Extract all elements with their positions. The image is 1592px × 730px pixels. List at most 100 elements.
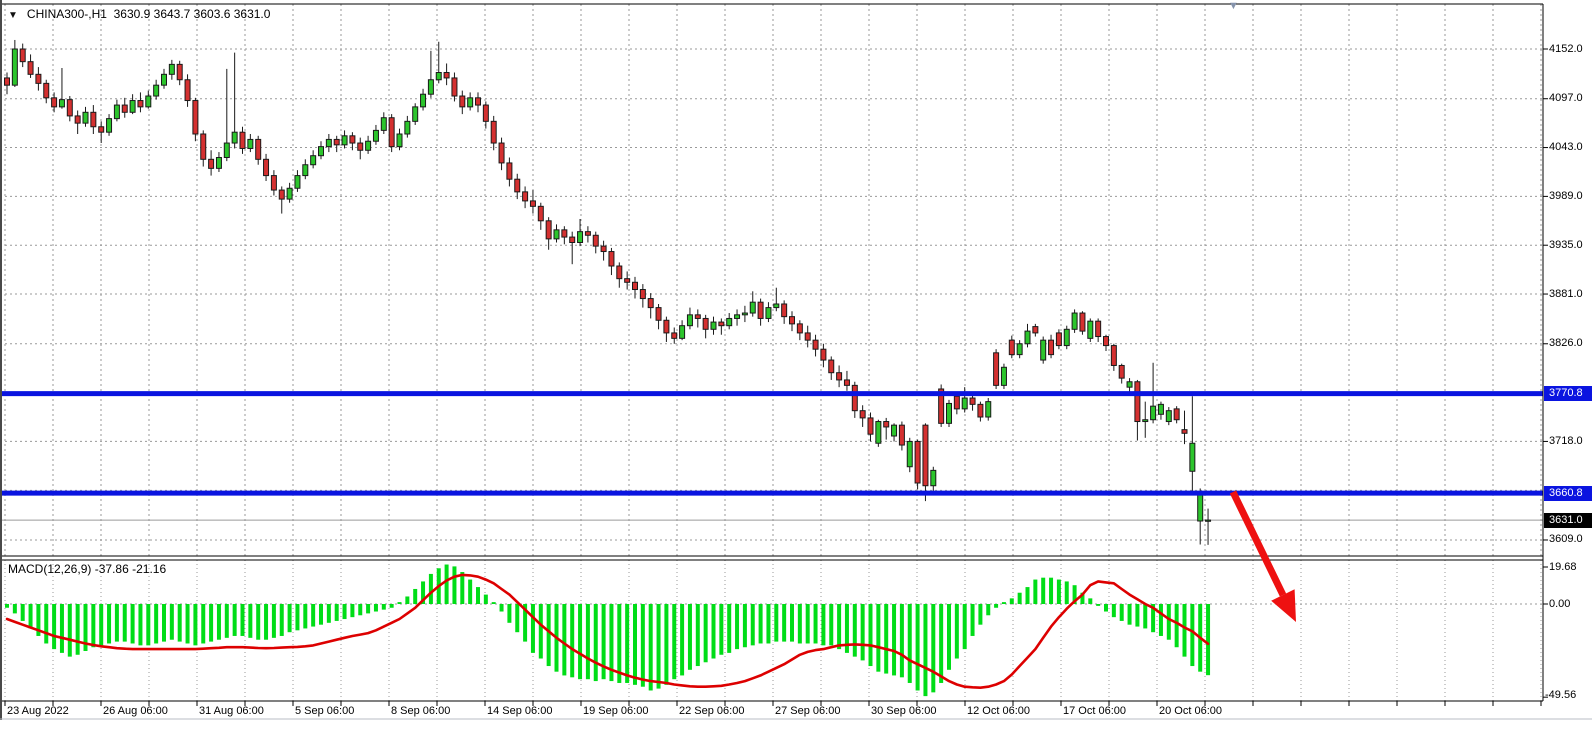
candlestick bbox=[876, 422, 881, 444]
price-axis-label: 4097.0 bbox=[1549, 92, 1583, 105]
macd-histogram-bar bbox=[578, 604, 582, 679]
candlestick bbox=[680, 326, 685, 339]
macd-histogram-bar bbox=[759, 604, 763, 643]
candlestick bbox=[468, 98, 473, 107]
candlestick bbox=[1041, 340, 1046, 360]
macd-histogram-bar bbox=[892, 604, 896, 675]
candlestick bbox=[256, 139, 261, 159]
macd-histogram-bar bbox=[649, 604, 653, 690]
candlestick bbox=[146, 96, 151, 107]
macd-histogram-bar bbox=[829, 604, 833, 645]
macd-histogram-bar bbox=[413, 589, 417, 604]
trend-arrow[interactable] bbox=[1233, 492, 1283, 595]
candlestick bbox=[319, 147, 324, 156]
candlestick bbox=[821, 349, 826, 360]
candlestick bbox=[844, 380, 849, 385]
candlestick bbox=[366, 141, 371, 150]
candlestick bbox=[1158, 404, 1163, 414]
macd-histogram-bar bbox=[594, 604, 598, 681]
candlestick bbox=[1104, 337, 1109, 346]
price-axis-label: 3609.0 bbox=[1549, 533, 1583, 546]
candlestick bbox=[499, 143, 504, 163]
symbol-period-label: CHINA300-,H1 bbox=[27, 7, 107, 21]
macd-histogram-bar bbox=[1065, 581, 1069, 604]
macd-histogram-bar bbox=[939, 604, 943, 683]
candlestick bbox=[625, 279, 630, 283]
macd-histogram-bar bbox=[1057, 580, 1061, 604]
macd-histogram-bar bbox=[21, 604, 25, 621]
price-axis-label: 3935.0 bbox=[1549, 239, 1583, 252]
candlestick bbox=[1174, 409, 1179, 420]
macd-histogram-bar bbox=[531, 604, 535, 653]
candlestick bbox=[334, 139, 339, 144]
macd-histogram-bar bbox=[115, 604, 119, 642]
candlestick bbox=[570, 237, 575, 242]
candlestick bbox=[1088, 321, 1093, 338]
macd-histogram-bar bbox=[1041, 578, 1045, 604]
candlestick bbox=[311, 156, 316, 165]
macd-histogram-bar bbox=[994, 604, 998, 608]
macd-histogram-bar bbox=[350, 604, 354, 617]
macd-histogram-bar bbox=[1026, 587, 1030, 604]
symbol-marker-icon: ▼ bbox=[8, 10, 18, 21]
macd-histogram-bar bbox=[500, 604, 504, 612]
macd-histogram-bar bbox=[821, 604, 825, 645]
candlestick bbox=[397, 134, 402, 147]
macd-histogram-bar bbox=[712, 604, 716, 659]
candlestick bbox=[28, 62, 33, 75]
candlestick bbox=[860, 411, 865, 418]
candlestick bbox=[122, 105, 127, 112]
macd-histogram-bar bbox=[429, 574, 433, 604]
candlestick bbox=[947, 403, 952, 423]
price-tag-support: 3660.8 bbox=[1544, 486, 1592, 501]
macd-histogram-bar bbox=[335, 604, 339, 621]
candlestick bbox=[452, 78, 457, 96]
candlestick bbox=[248, 139, 253, 148]
candlestick bbox=[837, 373, 842, 380]
macd-histogram-bar bbox=[91, 604, 95, 647]
macd-histogram-bar bbox=[382, 604, 386, 610]
macd-histogram-bar bbox=[445, 565, 449, 604]
candlestick bbox=[687, 315, 692, 326]
macd-histogram-bar bbox=[193, 604, 197, 645]
macd-histogram-bar bbox=[374, 604, 378, 612]
macd-histogram-bar bbox=[138, 604, 142, 645]
macd-histogram-bar bbox=[209, 604, 213, 642]
candlestick bbox=[91, 112, 96, 126]
scroll-to-end-icon[interactable]: ▼ bbox=[1228, 0, 1239, 12]
candlestick bbox=[491, 121, 496, 143]
candlestick bbox=[633, 282, 638, 289]
macd-histogram-bar bbox=[201, 604, 205, 643]
macd-main-value: -37.86 bbox=[95, 562, 129, 576]
macd-histogram-bar bbox=[5, 604, 9, 608]
chart-canvas[interactable] bbox=[0, 0, 1592, 730]
candlestick bbox=[421, 94, 426, 107]
candlestick bbox=[790, 317, 795, 324]
candlestick bbox=[978, 404, 983, 417]
candlestick bbox=[931, 470, 936, 485]
macd-histogram-bar bbox=[366, 604, 370, 613]
candlestick bbox=[585, 232, 590, 236]
candlestick bbox=[994, 353, 999, 386]
macd-histogram-bar bbox=[869, 604, 873, 666]
time-axis-label: 31 Aug 06:00 bbox=[199, 705, 264, 718]
candlestick bbox=[538, 206, 543, 220]
candlestick bbox=[373, 130, 378, 141]
macd-histogram-bar bbox=[1088, 598, 1092, 604]
macd-histogram-bar bbox=[288, 604, 292, 632]
candlestick bbox=[169, 64, 174, 74]
candlestick bbox=[1017, 344, 1022, 355]
macd-histogram-bar bbox=[295, 604, 299, 630]
macd-histogram-bar bbox=[1206, 604, 1210, 675]
macd-histogram-bar bbox=[766, 604, 770, 643]
candlestick bbox=[177, 64, 182, 79]
candlestick bbox=[742, 313, 747, 315]
candlestick bbox=[656, 308, 661, 321]
candlestick bbox=[852, 385, 857, 410]
candlestick bbox=[1198, 493, 1203, 521]
macd-histogram-bar bbox=[1183, 604, 1187, 657]
candlestick bbox=[342, 136, 347, 145]
price-axis-label: 3881.0 bbox=[1549, 288, 1583, 301]
candlestick bbox=[326, 139, 331, 146]
time-axis-label: 14 Sep 06:00 bbox=[487, 705, 552, 718]
